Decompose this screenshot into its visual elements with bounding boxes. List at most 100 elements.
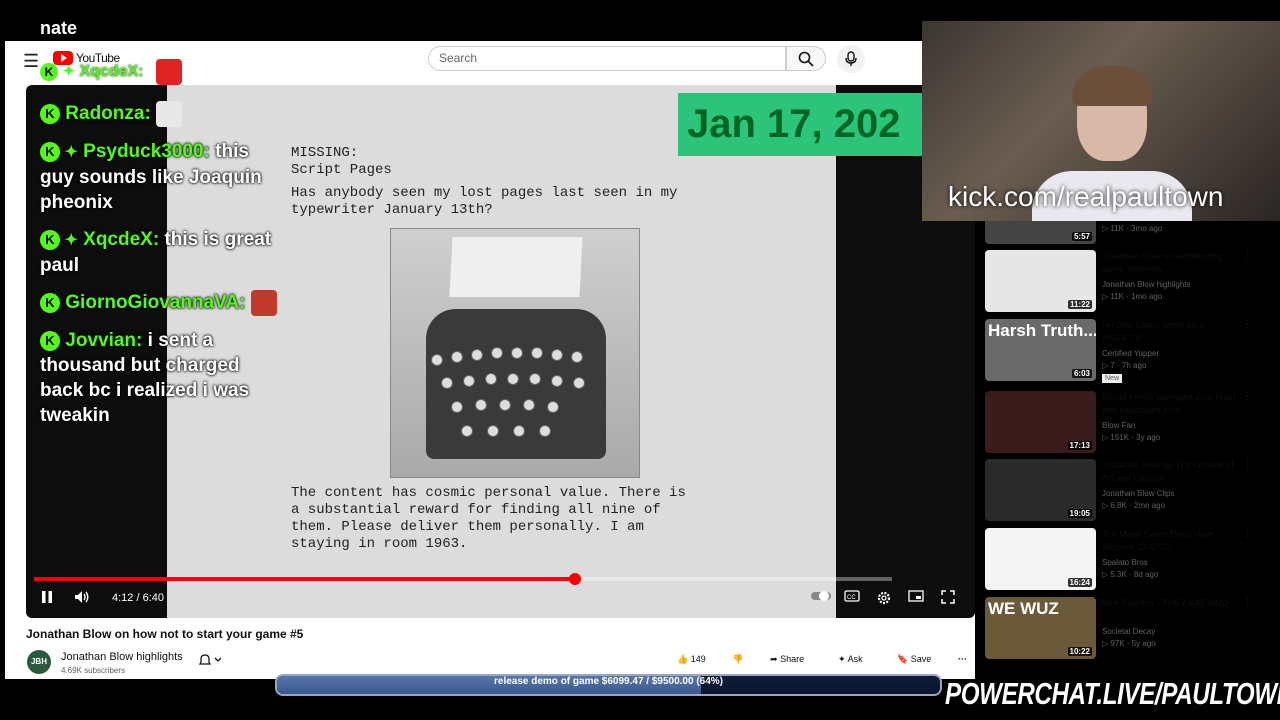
kick-badge-icon: K — [40, 331, 60, 351]
kick-badge-icon: K — [40, 230, 60, 250]
menu-icon[interactable]: ☰ — [23, 51, 39, 72]
chat-message: K Radonza: — [40, 101, 285, 127]
ask-button[interactable]: ✦ Ask — [838, 654, 863, 665]
sidebar-video-meta: ▷ 11K · 3mo ago — [1102, 224, 1163, 233]
kick-badge-icon: K — [40, 63, 58, 82]
duration-badge: 10:22 — [1067, 647, 1092, 656]
chat-message: K Jovvian: i sent a thousand but charged… — [40, 328, 285, 428]
sidebar-channel-name[interactable]: Jonathan Blow Clips — [1102, 489, 1174, 498]
typewriter-image — [390, 228, 640, 478]
progress-played — [34, 577, 575, 581]
sidebar-channel-name[interactable]: Blow Fan — [1102, 421, 1135, 430]
captions-button[interactable]: CC — [843, 590, 861, 606]
star-badge-icon: ✦ — [60, 232, 78, 249]
sidebar-video-item[interactable]: Harsh Truth... 6:03 No One Cares about you… — [985, 319, 1255, 383]
sidebar-channel-name[interactable]: Jonathan Blow highlights — [1102, 280, 1191, 289]
search-button[interactable] — [786, 46, 826, 71]
chat-username: Psyduck3000: — [83, 141, 210, 162]
chat-message: K ✦ Psyduck3000: this guy sounds like Jo… — [40, 139, 285, 215]
sidebar-channel-name[interactable]: Spalato Bros — [1102, 558, 1148, 567]
share-icon: ➦ — [770, 654, 778, 664]
sidebar-video-title[interactable]: Nick Fuentes - THEY EAT MUD — [1102, 597, 1237, 610]
settings-button[interactable] — [875, 590, 893, 606]
chat-username: Radonza: — [65, 103, 151, 125]
more-options-icon[interactable]: ⋮ — [1242, 597, 1252, 608]
progress-scrubber[interactable] — [568, 573, 581, 585]
duration-badge: 6:03 — [1071, 369, 1092, 378]
more-actions-button[interactable]: ··· — [958, 654, 967, 664]
miniplayer-button[interactable] — [907, 590, 925, 606]
sidebar-video-title[interactable]: Jonathan Blow on architecting game netwo… — [1102, 250, 1237, 276]
sidebar-video-title[interactable]: Too Many Game Devs Have Become CUCKS! — [1102, 528, 1237, 554]
angry-emote-icon — [155, 59, 182, 85]
captions-icon: CC — [844, 590, 860, 602]
star-badge-icon: ✦ — [62, 63, 76, 81]
sidebar-video-title[interactable]: No One Cares about your ANXIETY! — [1102, 319, 1237, 345]
notification-bell-button[interactable] — [197, 653, 222, 670]
like-count: 149 — [690, 654, 706, 664]
video-player[interactable]: MISSING: Script Pages Has anybody seen m… — [26, 85, 975, 618]
duration-badge: 19:05 — [1067, 509, 1092, 518]
fullscreen-button[interactable] — [939, 590, 957, 606]
autoplay-icon — [811, 591, 831, 601]
doc-bottom-text: The content has cosmic personal value. T… — [291, 485, 686, 552]
doc-header: MISSING: Script Pages — [291, 145, 392, 178]
sidebar-video-item[interactable]: 11:22 Jonathan Blow on architecting game … — [985, 250, 1255, 312]
video-thumbnail[interactable]: 17:13 — [985, 391, 1096, 453]
sidebar-channel-name[interactable]: Societal Decay — [1102, 627, 1155, 636]
video-title: Jonathan Blow on how not to start your g… — [26, 627, 304, 641]
time-display: 4:12 / 6:40 — [112, 592, 164, 604]
chat-username: XqcdeX: — [83, 229, 160, 250]
autoplay-toggle[interactable] — [810, 590, 832, 606]
video-thumbnail[interactable]: Harsh Truth... 6:03 — [985, 319, 1096, 381]
duration-badge: 5:57 — [1071, 232, 1092, 241]
save-label: Save — [910, 654, 932, 664]
sidebar-video-title[interactable]: Jonathan Blow on The Decline of Art and … — [1102, 459, 1237, 485]
kick-badge-icon: K — [40, 104, 60, 125]
emote-icon — [156, 101, 183, 127]
dislike-button[interactable]: 👎 — [732, 654, 743, 665]
volume-button[interactable] — [73, 590, 91, 606]
powerchat-url-overlay: POWERCHAT.LIVE/PAULTOWN — [945, 676, 1280, 711]
sidebar-video-item[interactable]: WE WUZ 10:22 Nick Fuentes - THEY EAT MUD So… — [985, 597, 1255, 659]
channel-name[interactable]: Jonathan Blow highlights — [61, 651, 183, 663]
stream-screen: nate ☰ YouTube K ✦ XqcdeX: Search MISSIN… — [0, 0, 1280, 720]
video-thumbnail[interactable]: 11:22 — [985, 250, 1096, 312]
video-thumbnail[interactable]: 16:24 — [985, 528, 1096, 590]
sidebar-video-title[interactable]: Social media damages your brain and sabo… — [1102, 391, 1237, 417]
star-badge-icon: ✦ — [60, 144, 78, 161]
sidebar-video-item[interactable]: 16:24 Too Many Game Devs Have Become CUCK… — [985, 528, 1255, 590]
sidebar-video-item[interactable]: 19:05 Jonathan Blow on The Decline of Art… — [985, 459, 1255, 521]
gear-icon — [877, 591, 891, 605]
chat-overlay: K Radonza: K ✦ Psyduck3000: this guy sou… — [40, 101, 285, 440]
share-label: Share — [780, 654, 805, 664]
sidebar-video-meta: ▷ 7 · 7h ago — [1102, 361, 1147, 370]
more-options-icon[interactable]: ⋮ — [1242, 391, 1252, 402]
channel-avatar[interactable]: JBH — [27, 650, 51, 674]
new-badge: New — [1102, 374, 1123, 383]
more-options-icon[interactable]: ⋮ — [1242, 528, 1252, 539]
share-button[interactable]: ➦ Share — [770, 654, 804, 665]
voice-search-button[interactable] — [837, 45, 865, 73]
duration-badge: 16:24 — [1067, 578, 1092, 587]
sidebar-channel-name[interactable]: Certified Yapper — [1102, 349, 1159, 358]
kick-badge-icon: K — [40, 293, 60, 314]
duration-badge: 17:13 — [1067, 441, 1092, 450]
progress-bar[interactable] — [34, 573, 892, 585]
pause-icon — [42, 591, 52, 603]
logo-chatter-overlay: K ✦ XqcdeX: — [40, 59, 190, 85]
like-button[interactable]: 👍 149 — [677, 654, 706, 665]
ask-label: Ask — [847, 654, 863, 664]
more-options-icon[interactable]: ⋮ — [1242, 250, 1252, 261]
video-thumbnail[interactable]: 19:05 — [985, 459, 1096, 521]
more-options-icon[interactable]: ⋮ — [1242, 459, 1252, 470]
save-button[interactable]: 🔖 Save — [897, 654, 931, 665]
pause-button[interactable] — [38, 590, 56, 606]
thumbs-up-icon: 👍 — [677, 654, 689, 664]
bookmark-icon: 🔖 — [897, 654, 909, 664]
chat-message: K ✦ XqcdeX: this is great paul — [40, 227, 285, 278]
video-thumbnail[interactable]: WE WUZ 10:22 — [985, 597, 1096, 659]
search-input[interactable]: Search — [428, 46, 786, 71]
more-options-icon[interactable]: ⋮ — [1242, 319, 1252, 330]
sidebar-video-item[interactable]: 17:13 Social media damages your brain and… — [985, 391, 1255, 453]
